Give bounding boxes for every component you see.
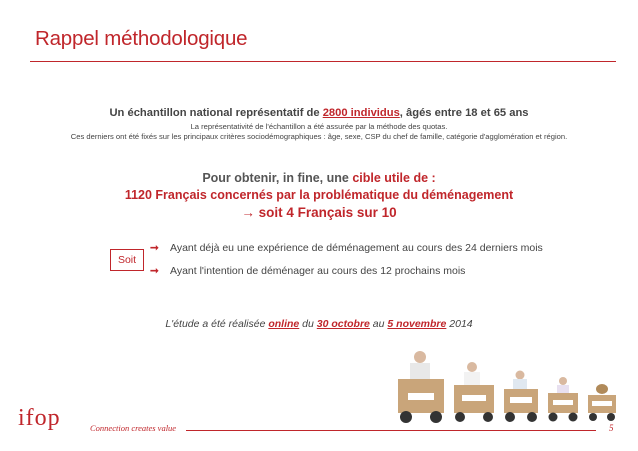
soit-box: Soit [110, 249, 144, 271]
page-title: Rappel méthodologique [35, 27, 248, 50]
tagline: Connection creates value [90, 423, 177, 433]
sample-size: 2800 individus [322, 107, 400, 119]
moving-box [588, 384, 616, 421]
moving-boxes-family-illustration [398, 351, 616, 423]
arrow-icon: ➞ [150, 242, 159, 254]
criteria-item: ➞ Ayant déjà eu une expérience de déménag… [150, 242, 543, 254]
page-number: 5 [609, 423, 614, 433]
moving-box [454, 362, 494, 422]
target-intro: Pour obtenir, in fine, une cible utile d… [202, 171, 436, 185]
sample-headline: Un échantillon national représentatif de… [109, 107, 529, 119]
footer-divider [186, 430, 596, 431]
criteria-item: ➞ Ayant l'intention de déménager au cours… [150, 265, 466, 277]
moving-box [548, 377, 578, 422]
arrow-icon: ➞ [150, 265, 159, 277]
moving-box [398, 351, 444, 423]
target-count: 1120 Français concernés par la problémat… [124, 188, 514, 202]
study-dates: L'étude a été réalisée online du 30 octo… [165, 318, 473, 330]
quota-method-note: La représentativité de l'échantillon a é… [190, 122, 448, 131]
target-ratio: → soit 4 Français sur 10 [241, 205, 397, 220]
moving-box [504, 370, 538, 422]
title-divider [30, 61, 616, 62]
ifop-logo: ifop [18, 405, 61, 431]
quota-criteria-note: Ces derniers ont été fixés sur les princ… [70, 132, 568, 141]
